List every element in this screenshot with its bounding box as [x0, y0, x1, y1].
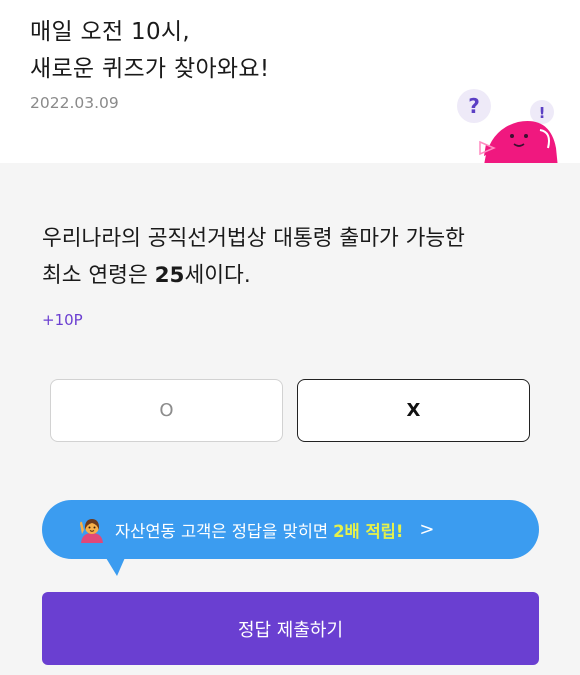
quiz-date: 2022.03.09 — [30, 94, 119, 112]
double-reward-banner[interactable]: 자산연동 고객은 정답을 맞히면 2배 적립! > — [42, 500, 539, 559]
question-mark-label: ? — [468, 94, 480, 118]
title-line-1: 매일 오전 10시, — [30, 19, 190, 45]
answer-o-button[interactable]: O — [50, 379, 283, 442]
question-line-1: 우리나라의 공직선거법상 대통령 출마가 가능한 — [42, 226, 465, 251]
tip-text: 자산연동 고객은 정답을 맞히면 — [115, 521, 329, 541]
submit-answer-button[interactable]: 정답 제출하기 — [42, 592, 539, 665]
chevron-right-icon: > — [419, 519, 435, 540]
question-line-2: 최소 연령은 25세이다. — [42, 257, 542, 294]
page-title: 매일 오전 10시, 새로운 퀴즈가 찾아와요! — [30, 14, 269, 88]
exclamation-mark-label: ! — [539, 104, 546, 122]
tip-highlight: 2배 적립! — [333, 521, 404, 541]
question-age-value: 25 — [154, 263, 185, 288]
answer-x-button[interactable]: X — [297, 379, 530, 442]
pink-blob-mascot-icon: ? ! — [457, 89, 558, 163]
question-line-2-prefix: 최소 연령은 — [42, 263, 155, 288]
title-line-2: 새로운 퀴즈가 찾아와요! — [30, 56, 270, 82]
points-reward: +10P — [42, 311, 83, 329]
quiz-header: 매일 오전 10시, 새로운 퀴즈가 찾아와요! 2022.03.09 ? ! — [0, 0, 580, 163]
question-line-2-suffix: 세이다. — [184, 263, 251, 288]
person-raising-hand-emoji-icon — [80, 518, 103, 543]
quiz-question: 우리나라의 공직선거법상 대통령 출마가 가능한 최소 연령은 25세이다. — [42, 220, 542, 294]
